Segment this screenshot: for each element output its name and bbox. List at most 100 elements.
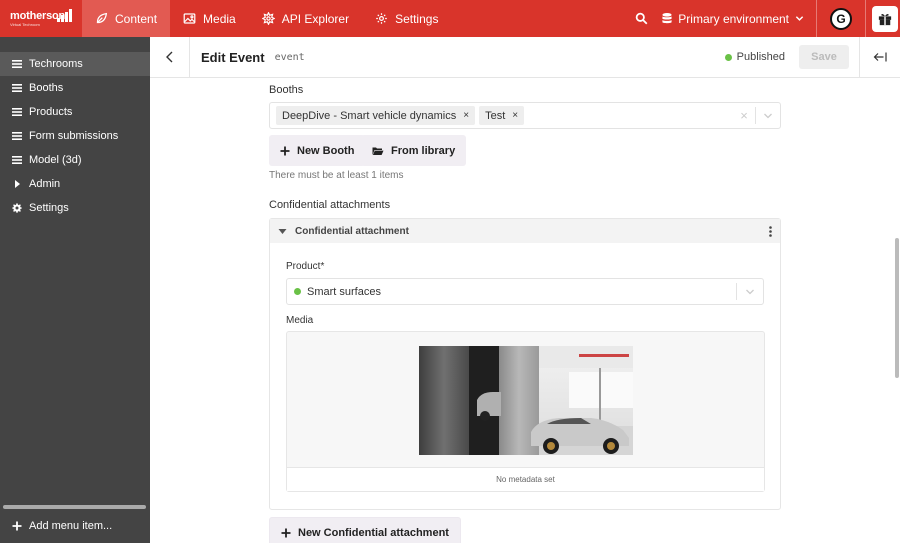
sidebar-item-label: Admin <box>29 178 61 190</box>
editor-header: Edit Event event Published Save <box>150 36 900 78</box>
attachment-block: Confidential attachment Product* Smart s… <box>269 218 781 510</box>
attachment-block-header[interactable]: Confidential attachment <box>270 219 780 243</box>
sidebar-item-model-3d[interactable]: Model (3d) <box>0 148 150 172</box>
nav-content-label: Content <box>115 11 158 26</box>
booths-select[interactable]: DeepDive - Smart vehicle dynamics × Test… <box>269 102 781 129</box>
new-booth-button[interactable]: New Booth <box>269 135 366 166</box>
media-label: Media <box>286 315 314 326</box>
sidebar-item-booths[interactable]: Booths <box>0 76 150 100</box>
booth-chip: Test × <box>479 106 525 125</box>
new-confidential-attachment-button[interactable]: New Confidential attachment <box>269 517 461 543</box>
sidebar-item-label: Products <box>29 106 73 118</box>
menu-icon <box>12 60 22 68</box>
nav-media-label: Media <box>203 11 236 26</box>
booths-label: Booths <box>269 84 304 96</box>
user-menu[interactable]: G <box>817 0 865 37</box>
sidebar-item-label: Form submissions <box>29 130 119 142</box>
sidebar-item-label: Model (3d) <box>29 154 82 166</box>
save-button[interactable]: Save <box>799 45 849 69</box>
environment-label: Primary environment <box>678 11 789 26</box>
media-thumbnail[interactable] <box>419 346 633 455</box>
chevron-down-icon[interactable] <box>756 111 780 121</box>
remove-chip-icon[interactable]: × <box>512 110 518 121</box>
menu-icon <box>12 156 22 164</box>
chevron-down-icon <box>795 16 804 21</box>
product-value: Smart surfaces <box>307 285 381 298</box>
chevron-down-icon[interactable] <box>737 287 763 297</box>
nav-api-explorer-label: API Explorer <box>281 11 350 26</box>
collapse-panel-button[interactable] <box>859 36 900 78</box>
sidebar-item-label: Techrooms <box>29 58 83 70</box>
gift-icon <box>878 13 892 25</box>
booth-chip-label: DeepDive - Smart vehicle dynamics <box>282 109 457 122</box>
product-label: Product* <box>286 261 325 272</box>
add-menu-item-label: Add menu item... <box>29 520 113 532</box>
attachment-block-title: Confidential attachment <box>295 225 409 237</box>
gear-icon <box>376 13 387 24</box>
folder-open-icon <box>372 147 384 155</box>
environment-switcher[interactable]: Primary environment <box>656 0 816 37</box>
clear-icon[interactable]: × <box>733 108 755 123</box>
from-library-label: From library <box>391 144 456 157</box>
logo-bars-icon <box>57 9 72 22</box>
sidebar-item-admin[interactable]: Admin <box>0 172 150 196</box>
remove-chip-icon[interactable]: × <box>463 110 469 121</box>
brand-logo[interactable]: motherson Virtual Techroom <box>0 0 82 37</box>
search-button[interactable] <box>626 0 656 37</box>
sidebar-item-label: Settings <box>29 202 69 214</box>
new-booth-label: New Booth <box>297 144 355 157</box>
add-menu-item-button[interactable]: Add menu item... <box>0 509 150 543</box>
published-dot-icon <box>294 288 301 295</box>
content-scrollbar[interactable] <box>895 238 899 378</box>
from-library-button[interactable]: From library <box>361 135 467 166</box>
gear-icon <box>12 203 22 213</box>
status-label: Published <box>736 51 785 63</box>
divider <box>865 0 866 37</box>
leaf-icon <box>96 12 108 24</box>
menu-icon <box>12 132 22 140</box>
sidebar: Techrooms Booths Products Form submissio… <box>0 37 150 543</box>
new-attachment-label: New Confidential attachment <box>298 526 449 539</box>
top-bar: motherson Virtual Techroom Content Media… <box>0 0 900 37</box>
sidebar-item-techrooms[interactable]: Techrooms <box>0 52 150 76</box>
model-api-key: event <box>274 51 305 63</box>
nav-content[interactable]: Content <box>82 0 171 37</box>
menu-icon <box>12 84 22 92</box>
caret-down-icon <box>278 228 287 234</box>
api-icon <box>261 12 275 25</box>
booth-chip: DeepDive - Smart vehicle dynamics × <box>276 106 476 125</box>
collapse-left-icon <box>873 52 887 62</box>
chevron-left-icon <box>166 51 173 63</box>
caret-right-icon <box>15 180 20 188</box>
nav-settings[interactable]: Settings <box>362 0 451 37</box>
page-title: Edit Event <box>201 49 265 65</box>
status-dot-icon <box>724 53 732 61</box>
product-select[interactable]: Smart surfaces <box>286 278 764 305</box>
image-icon <box>183 13 196 24</box>
menu-icon <box>12 108 22 116</box>
nav-settings-label: Settings <box>395 11 439 26</box>
plus-icon <box>12 521 22 531</box>
gift-button[interactable] <box>872 5 898 32</box>
editor-content: Booths DeepDive - Smart vehicle dynamics… <box>150 78 900 543</box>
booth-chip-label: Test <box>485 109 506 122</box>
booths-hint: There must be at least 1 items <box>269 170 404 181</box>
plus-icon <box>281 528 291 537</box>
back-button[interactable] <box>150 36 190 78</box>
more-vertical-icon[interactable] <box>769 225 772 237</box>
search-icon <box>635 12 648 25</box>
sidebar-item-products[interactable]: Products <box>0 100 150 124</box>
sidebar-item-form-submissions[interactable]: Form submissions <box>0 124 150 148</box>
sidebar-item-label: Booths <box>29 82 64 94</box>
attachments-label: Confidential attachments <box>269 199 391 211</box>
media-field: No metadata set <box>286 331 765 492</box>
status-badge: Published <box>724 51 785 63</box>
database-icon <box>662 13 672 24</box>
sidebar-item-settings[interactable]: Settings <box>0 196 150 220</box>
plus-icon <box>280 146 290 155</box>
avatar[interactable]: G <box>830 7 852 30</box>
nav-media[interactable]: Media <box>170 0 249 37</box>
media-metadata: No metadata set <box>287 467 764 491</box>
nav-api-explorer[interactable]: API Explorer <box>249 0 362 37</box>
brand-tagline: Virtual Techroom <box>10 22 40 27</box>
